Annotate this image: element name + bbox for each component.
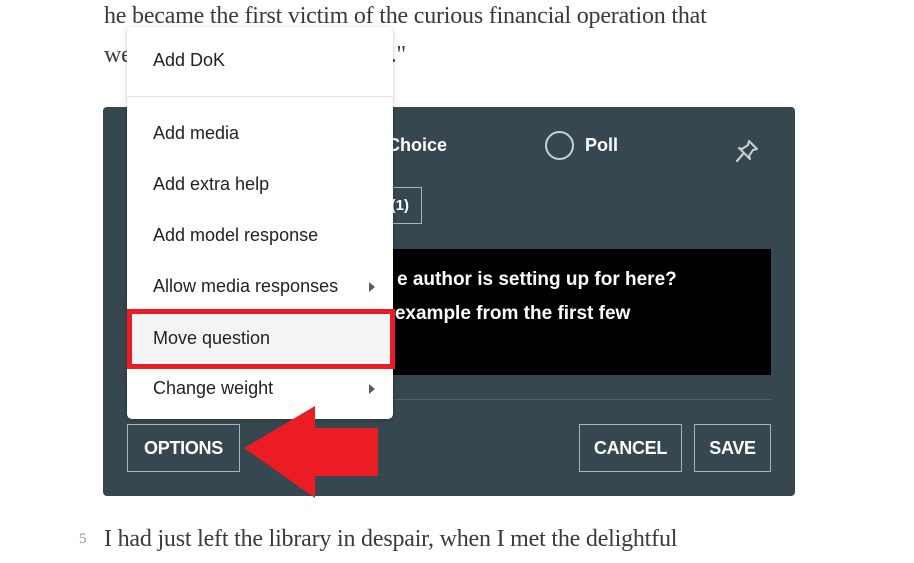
- pin-icon[interactable]: [733, 137, 761, 165]
- options-dropdown-menu: Add DoK Add media Add extra help Add mod…: [127, 27, 393, 419]
- menu-item-label: Move question: [153, 327, 271, 348]
- menu-item-label: Change weight: [153, 378, 274, 398]
- menu-item-add-model-response[interactable]: Add model response: [127, 210, 393, 261]
- menu-separator: [127, 96, 393, 97]
- menu-item-add-media[interactable]: Add media: [127, 108, 393, 159]
- menu-item-add-extra-help[interactable]: Add extra help: [127, 159, 393, 210]
- submenu-arrow-icon: [369, 383, 375, 394]
- question-type-poll-label[interactable]: Poll: [585, 135, 618, 156]
- menu-item-label: Allow media responses: [153, 276, 339, 296]
- save-button[interactable]: SAVE: [694, 424, 771, 472]
- cancel-button[interactable]: CANCEL: [579, 424, 682, 472]
- menu-item-label: Add model response: [153, 225, 319, 245]
- poll-radio-button[interactable]: [545, 131, 574, 160]
- menu-item-label: Add DoK: [153, 50, 226, 70]
- menu-item-move-question[interactable]: Move question: [131, 314, 389, 362]
- question-text-line: y example from the first few: [379, 303, 631, 324]
- annotation-arrow-icon: [244, 406, 378, 498]
- document-text-line: he became the first victim of the curiou…: [104, 3, 707, 29]
- submenu-arrow-icon: [369, 281, 375, 292]
- options-button[interactable]: OPTIONS: [127, 424, 240, 472]
- menu-item-label: Add media: [153, 123, 240, 143]
- menu-item-add-dok[interactable]: Add DoK: [127, 35, 393, 86]
- menu-item-allow-media-responses[interactable]: Allow media responses: [127, 261, 393, 312]
- question-text-line: e author is setting up for here?: [397, 269, 677, 290]
- line-number: 5: [79, 531, 87, 547]
- answer-count-label: (1): [390, 197, 409, 214]
- document-text-line: I had just left the library in despair, …: [104, 526, 678, 552]
- menu-item-label: Add extra help: [153, 174, 270, 194]
